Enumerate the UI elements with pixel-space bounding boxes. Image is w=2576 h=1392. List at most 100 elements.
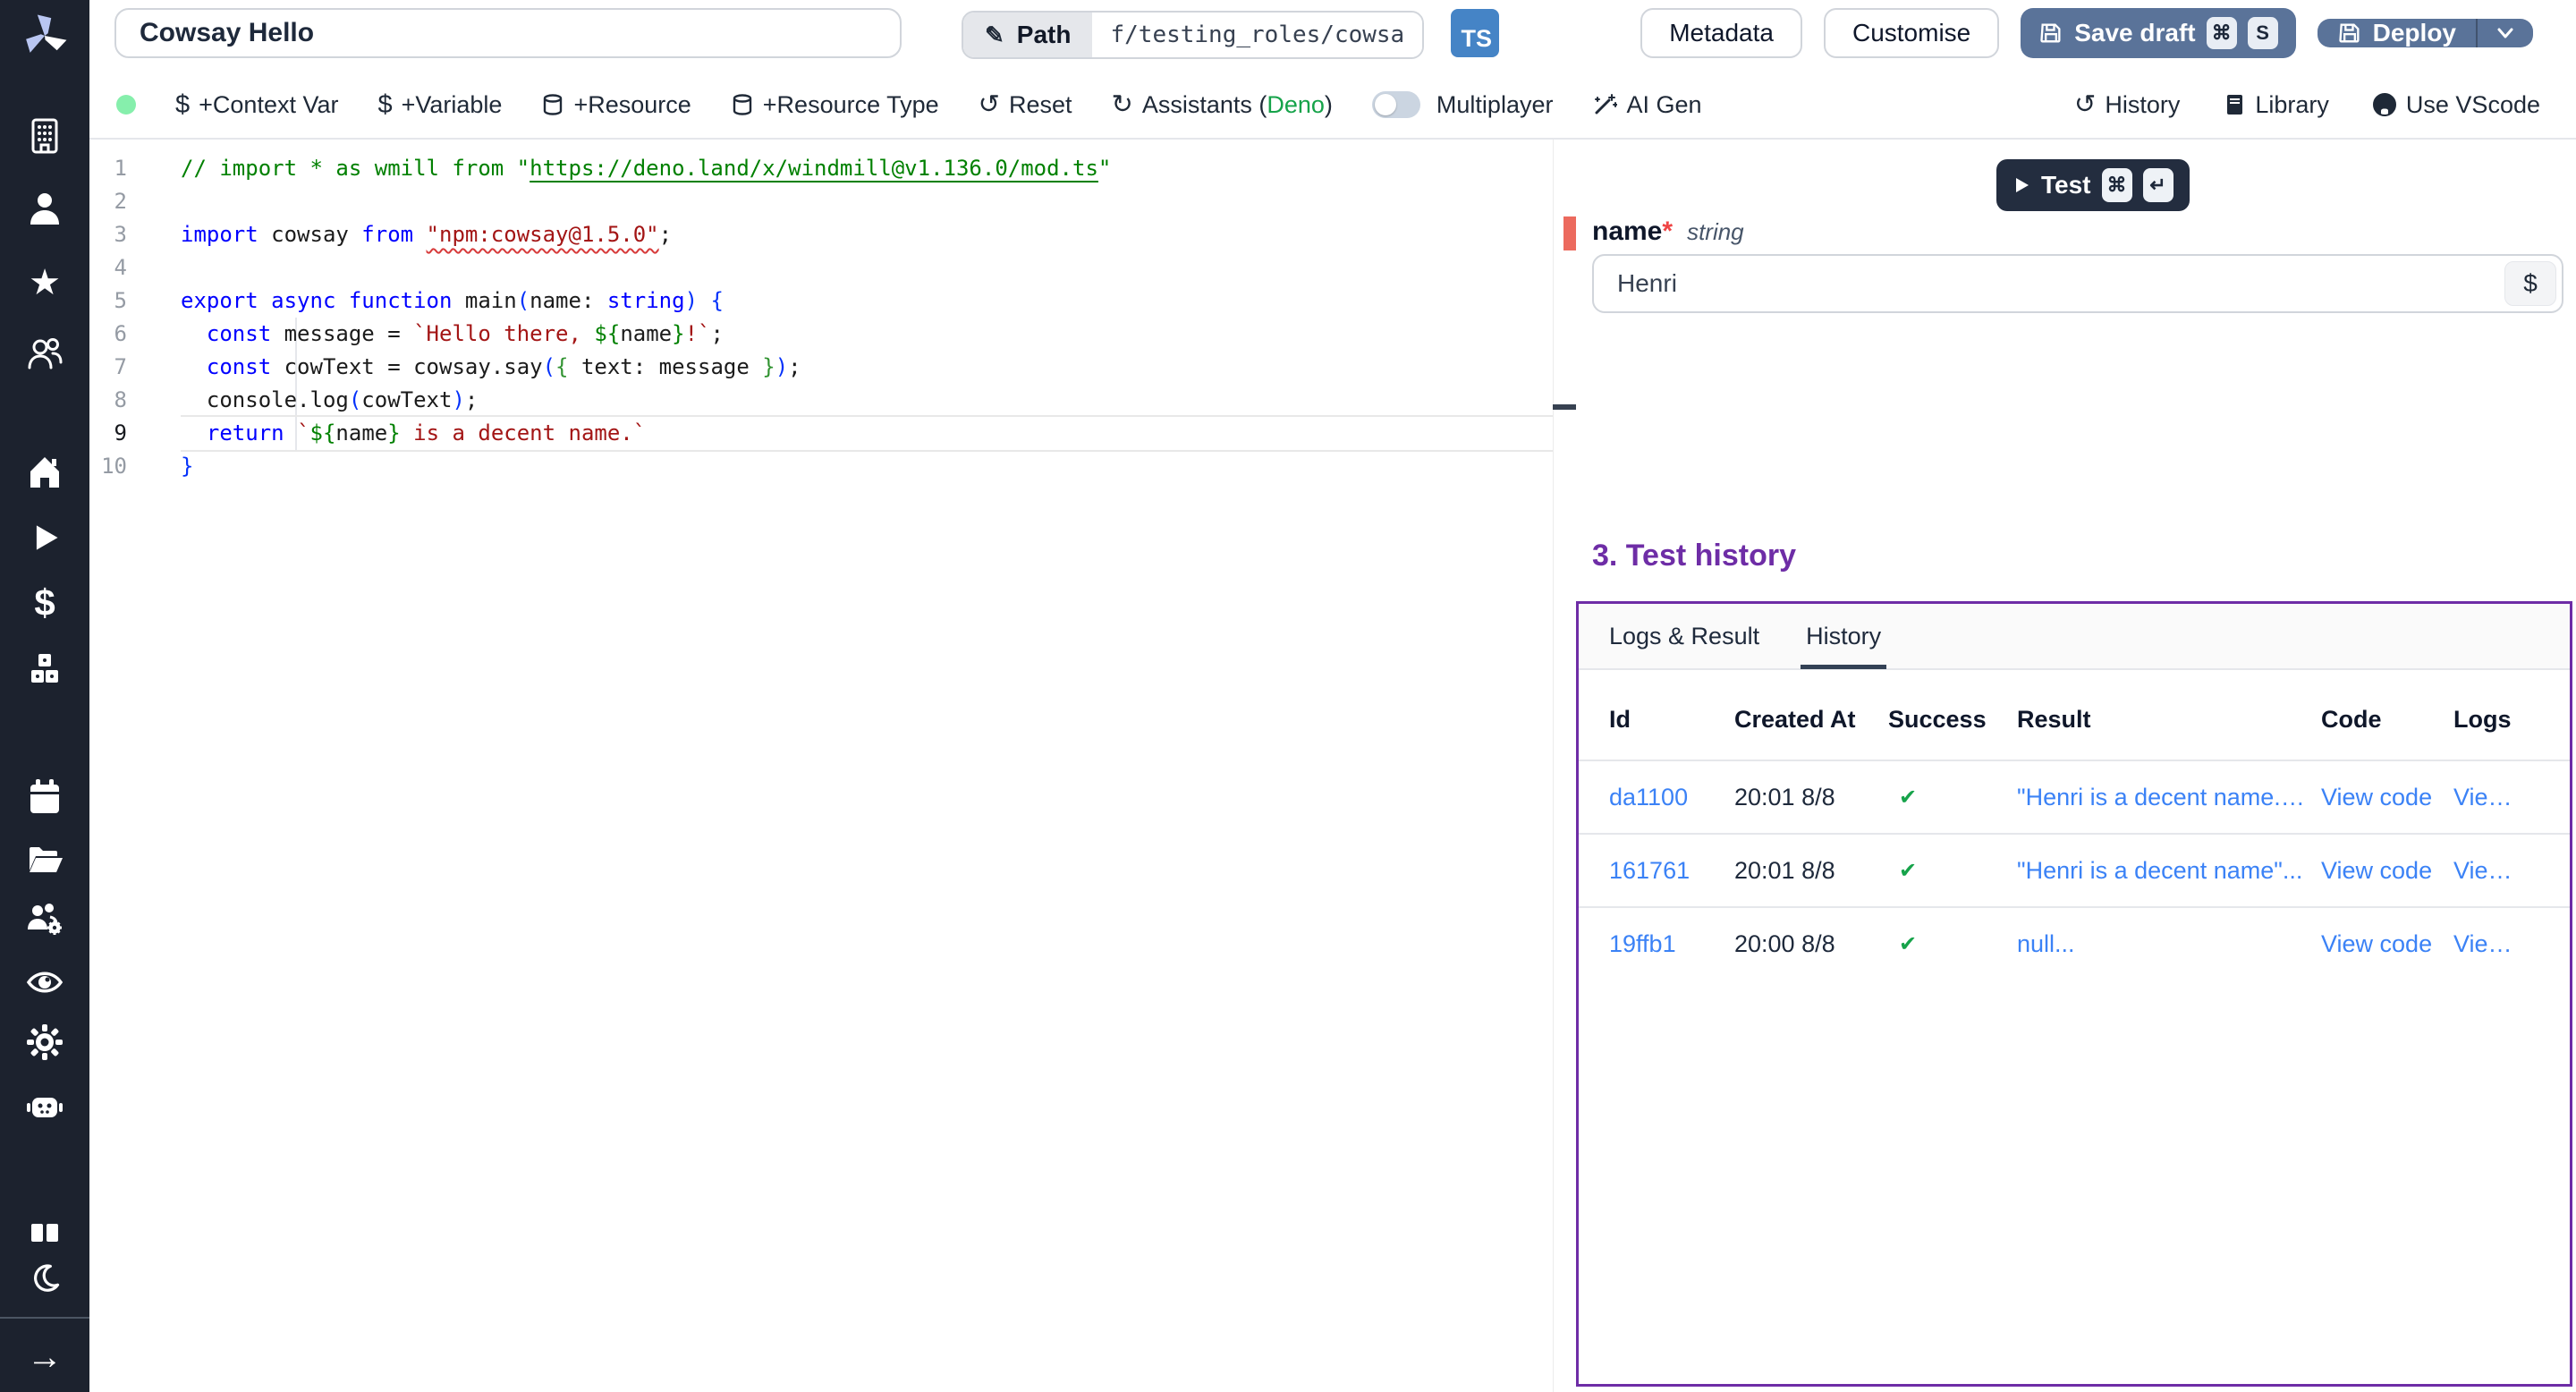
code-token: name — [335, 420, 387, 446]
cell-code[interactable]: View code — [2321, 930, 2453, 958]
sidebar-item-resources[interactable] — [0, 644, 89, 694]
reset-button[interactable]: ↺ Reset — [979, 91, 1072, 119]
reset-label: Reset — [1009, 91, 1072, 119]
cell-id[interactable]: 19ffb1 — [1609, 930, 1734, 958]
deploy-button[interactable]: Deploy — [2318, 19, 2476, 47]
save-draft-button[interactable]: Save draft ⌘ S — [2021, 8, 2295, 58]
sidebar-item-audit-logs[interactable] — [0, 956, 89, 1006]
chevron-down-icon — [2494, 21, 2517, 45]
argument-input[interactable] — [1594, 256, 2562, 311]
multiplayer-control: Multiplayer — [1372, 91, 1554, 119]
code-line-3[interactable]: import cowsay from "npm:cowsay@1.5.0"; — [181, 218, 1553, 251]
header-success: Success — [1888, 706, 2017, 734]
dollar-icon: $ — [175, 92, 190, 118]
code-line-8[interactable]: console.log(cowText); — [181, 384, 1553, 417]
code-token — [284, 420, 297, 446]
line-number: 8 — [89, 384, 181, 417]
add-context-var-label: +Context Var — [199, 91, 338, 119]
sidebar-item-schedules[interactable] — [0, 772, 89, 822]
code-token: cowText = cowsay.say — [271, 354, 542, 379]
code-line-10[interactable]: } — [181, 450, 1553, 483]
cell-logs[interactable]: View logs — [2453, 930, 2539, 958]
code-token: { — [710, 288, 723, 313]
sidebar-expand-button[interactable]: → — [0, 1332, 89, 1382]
add-variable-label: +Variable — [402, 91, 503, 119]
code-content[interactable]: // import * as wmill from "https://deno.… — [181, 152, 1553, 483]
sidebar-item-home[interactable] — [0, 446, 89, 497]
test-button[interactable]: Test ⌘ ↵ — [1996, 159, 2190, 211]
sidebar-item-workers[interactable] — [0, 894, 89, 944]
code-token: ; — [788, 354, 801, 379]
sidebar-item-variables[interactable]: $ — [0, 578, 89, 628]
sidebar-item-runs[interactable] — [0, 513, 89, 563]
cell-result[interactable]: null... — [2017, 930, 2321, 958]
code-token — [181, 420, 207, 446]
sidebar-item-workspace[interactable] — [0, 111, 89, 161]
line-number: 5 — [89, 284, 181, 318]
sidebar-item-docs[interactable] — [0, 1208, 89, 1258]
test-history-tabbar: Logs & Result History — [1579, 604, 2570, 670]
dark-mode-toggle[interactable] — [0, 1253, 89, 1303]
insert-variable-button[interactable]: $ — [2504, 261, 2556, 306]
ai-gen-button[interactable]: AI Gen — [1592, 91, 1701, 119]
tab-history[interactable]: History — [1806, 603, 1881, 669]
required-asterisk: * — [1662, 216, 1673, 246]
cell-logs[interactable]: View logs — [2453, 784, 2539, 811]
add-context-var-button[interactable]: $ +Context Var — [175, 91, 338, 119]
deploy-dropdown-button[interactable] — [2476, 19, 2533, 47]
sidebar-item-favorites[interactable]: ★ — [0, 258, 89, 308]
code-token: string — [607, 288, 685, 313]
kbd-enter: ↵ — [2143, 168, 2174, 202]
code-line-4[interactable] — [181, 251, 1553, 284]
cell-id[interactable]: da1100 — [1609, 784, 1734, 811]
code-token: export — [181, 288, 258, 313]
sidebar-item-user[interactable] — [0, 183, 89, 233]
eye-icon — [25, 962, 64, 1001]
use-vscode-button[interactable]: Use VScode — [2372, 91, 2540, 119]
cell-id[interactable]: 161761 — [1609, 857, 1734, 885]
history-label: History — [2105, 91, 2180, 119]
add-resource-button[interactable]: +Resource — [541, 91, 691, 119]
sidebar-item-groups[interactable] — [0, 328, 89, 378]
windmill-logo[interactable] — [0, 9, 89, 63]
code-line-5[interactable]: export async function main(name: string)… — [181, 284, 1553, 318]
cell-code[interactable]: View code — [2321, 857, 2453, 885]
customise-button[interactable]: Customise — [1824, 8, 1999, 58]
cell-created_at: 20:01 8/8 — [1734, 857, 1888, 885]
typescript-badge-label: TS — [1461, 25, 1492, 53]
header-id: Id — [1609, 706, 1734, 734]
code-token: " — [1098, 156, 1111, 181]
script-title-input[interactable] — [114, 8, 902, 58]
sidebar-item-settings[interactable] — [0, 1017, 89, 1067]
cell-code[interactable]: View code — [2321, 784, 2453, 811]
cell-result[interactable]: "Henri is a decent name."... — [2017, 784, 2321, 811]
add-variable-button[interactable]: $ +Variable — [377, 91, 502, 119]
path-value[interactable]: f/testing_roles/cowsa — [1092, 13, 1422, 57]
path-button[interactable]: ✎ Path — [963, 13, 1092, 57]
code-token: } — [672, 321, 684, 346]
code-editor[interactable]: 12345678910 // import * as wmill from "h… — [89, 140, 1580, 1392]
cell-created_at: 20:00 8/8 — [1734, 930, 1888, 958]
tab-logs-result[interactable]: Logs & Result — [1609, 603, 1759, 669]
code-token: console.log — [181, 387, 349, 412]
code-line-6[interactable]: const message = `Hello there, ${name}!`; — [181, 318, 1553, 351]
toggle-knob — [1375, 94, 1396, 115]
history-button[interactable]: ↺ History — [2074, 91, 2180, 119]
code-line-2[interactable] — [181, 185, 1553, 218]
undo-icon: ↺ — [979, 92, 1000, 118]
cell-logs[interactable]: View logs — [2453, 857, 2539, 885]
code-line-9[interactable]: return `${name} is a decent name.` — [181, 417, 1553, 450]
code-line-7[interactable]: const cowText = cowsay.say({ text: messa… — [181, 351, 1553, 384]
library-button[interactable]: Library — [2223, 91, 2329, 119]
library-book-icon — [2223, 93, 2246, 116]
cell-result[interactable]: "Henri is a decent name"... — [2017, 857, 2321, 885]
sidebar-item-folders[interactable] — [0, 833, 89, 883]
assistants-button[interactable]: ↻ Assistants (Deno) — [1112, 91, 1333, 119]
users-gear-icon — [25, 899, 64, 938]
sidebar-item-ai[interactable] — [0, 1081, 89, 1131]
metadata-button[interactable]: Metadata — [1640, 8, 1802, 58]
multiplayer-toggle[interactable] — [1372, 91, 1420, 118]
test-history-table: Id Created At Success Result Code Logs d… — [1579, 670, 2570, 980]
code-line-1[interactable]: // import * as wmill from "https://deno.… — [181, 152, 1553, 185]
add-resource-type-button[interactable]: +Resource Type — [731, 91, 939, 119]
